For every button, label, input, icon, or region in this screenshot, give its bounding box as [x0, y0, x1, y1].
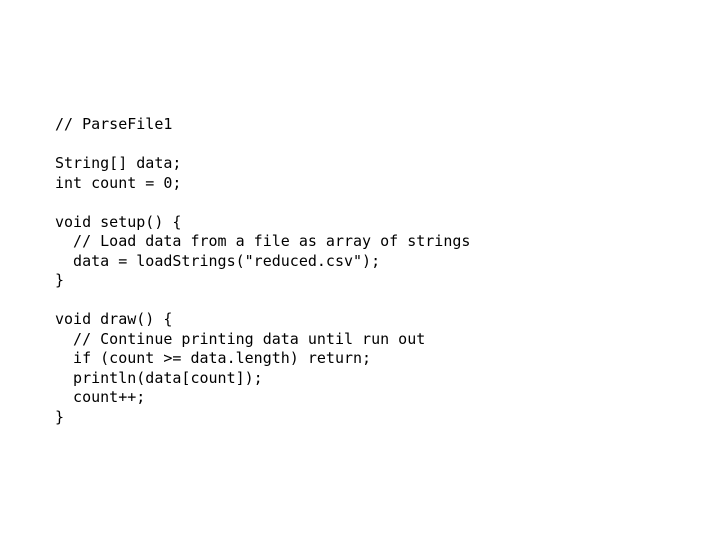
code-line: data = loadStrings("reduced.csv");	[55, 251, 381, 270]
code-line: // Load data from a file as array of str…	[55, 232, 471, 250]
code-line: println(data[count]);	[55, 368, 263, 387]
slide-canvas: // ParseFile1 String[] data; int count = …	[0, 0, 720, 540]
code-line: void draw() {	[55, 310, 173, 328]
code-line: // ParseFile1	[55, 115, 173, 133]
code-line: String[] data;	[55, 154, 182, 172]
code-line: // Continue printing data until run out	[55, 329, 426, 348]
code-line: }	[55, 407, 65, 426]
code-line: int count = 0;	[55, 173, 182, 192]
code-line: }	[55, 271, 65, 289]
code-line: count++;	[55, 388, 146, 406]
code-listing: // ParseFile1 String[] data; int count = …	[55, 115, 695, 427]
code-line: if (count >= data.length) return;	[55, 349, 372, 367]
code-line: void setup() {	[55, 212, 182, 231]
